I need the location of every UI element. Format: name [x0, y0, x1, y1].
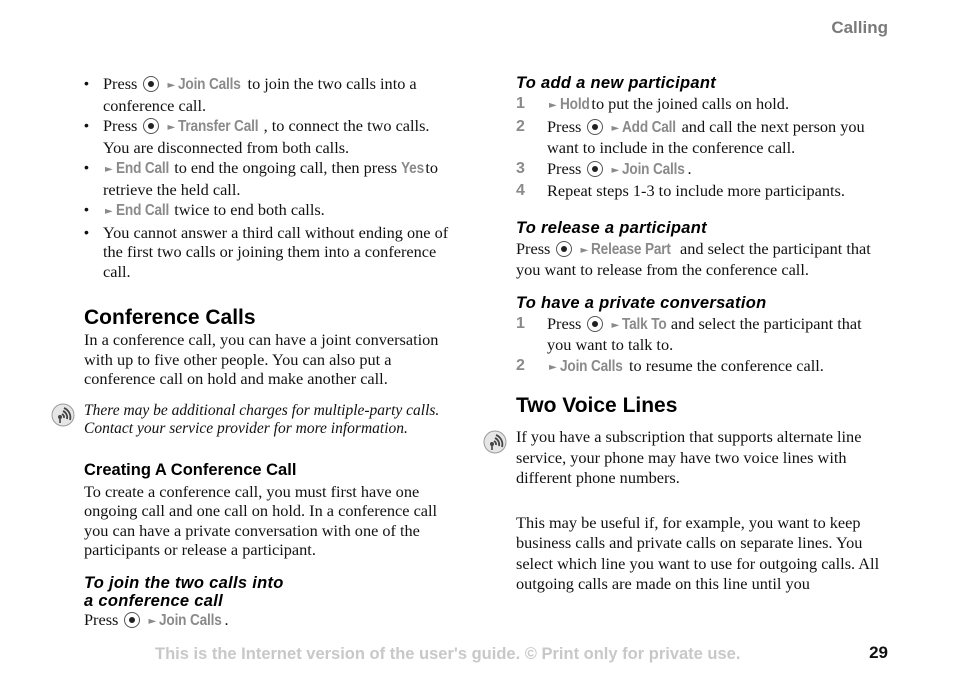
menu-item-label: End Call	[115, 160, 169, 177]
navigation-key-icon	[143, 118, 160, 134]
arrow-icon: ►	[167, 80, 176, 91]
section-heading-two-voice-lines: Two Voice Lines	[516, 394, 678, 417]
network-service-icon	[51, 403, 75, 426]
step-number: 2	[516, 117, 525, 135]
menu-item-label: Add Call	[622, 118, 677, 136]
navigation-key-icon	[556, 240, 573, 257]
step-item: 1 Press ► Talk To and select the particip…	[516, 313, 862, 355]
menu-item-label: Talk To	[622, 315, 667, 333]
list-item: ►End Call twice to end both calls.	[84, 200, 456, 222]
arrow-icon: ►	[105, 206, 113, 217]
navigation-key-icon	[587, 315, 604, 332]
list-item: ►End Call to end the ongoing call, then …	[84, 158, 456, 199]
join-instruction: Press ► Join Calls.	[84, 609, 229, 629]
arrow-icon: ►	[611, 319, 620, 331]
arrow-icon: ►	[611, 164, 620, 176]
step-number: 1	[516, 95, 525, 112]
right-column: To add a new participant 1 ► Hold to put …	[483, 74, 888, 595]
menu-item-label: Join Calls	[178, 76, 241, 93]
menu-item-label: Join Calls	[159, 611, 222, 629]
page-number: 29	[869, 643, 888, 662]
arrow-icon: ►	[148, 615, 157, 627]
two-lines-note: If you have a subscription that supports…	[483, 427, 888, 595]
conference-intro: In a conference call, you can have a joi…	[84, 330, 439, 388]
menu-item-label: Join Calls	[559, 357, 623, 375]
two-lines-para-1: If you have a subscription that supports…	[516, 427, 862, 487]
task-heading-add-participant: To add a new participant	[516, 74, 717, 92]
subheading-creating-conference-call: Creating A Conference Call	[84, 460, 297, 479]
step-item: 2 Press ► Add Call and call the next pers…	[516, 116, 865, 158]
navigation-key-icon	[587, 160, 604, 177]
release-instruction: Press ► Release Part and select the parti…	[516, 238, 871, 280]
step-number: 2	[516, 356, 525, 374]
list-item: Press ►Join Calls to join the two calls …	[84, 74, 456, 115]
step-item: 3 Press ► Join Calls.	[516, 158, 692, 178]
section-heading-conference-calls: Conference Calls	[84, 306, 256, 329]
arrow-icon: ►	[549, 361, 557, 373]
arrow-icon: ►	[611, 122, 620, 134]
menu-item-label: End Call	[115, 202, 169, 219]
list-item: Press ►Transfer Call, to connect the two…	[84, 116, 456, 157]
step-number: 4	[516, 182, 525, 199]
menu-item-label: Yes	[401, 160, 425, 177]
left-column: Press ►Join Calls to join the two calls …	[51, 74, 456, 631]
running-header: Calling	[831, 18, 888, 37]
note-additional-charges: There may be additional charges for mult…	[51, 402, 456, 438]
private-conversation-steps: 1 Press ► Talk To and select the particip…	[516, 314, 888, 378]
navigation-key-icon	[143, 76, 160, 92]
step-number: 1	[516, 314, 525, 332]
add-participant-steps: 1 ► Hold to put the joined calls on hold.…	[516, 94, 888, 201]
arrow-icon: ►	[549, 100, 557, 111]
footer-notice: This is the Internet version of the user…	[155, 645, 741, 663]
menu-item-label: Hold	[559, 96, 590, 113]
navigation-key-icon	[587, 118, 604, 135]
arrow-icon: ►	[105, 164, 113, 175]
network-service-icon	[483, 430, 507, 454]
step-item: 2 ► Join Calls to resume the conference c…	[516, 355, 824, 375]
call-handling-list: Press ►Join Calls to join the two calls …	[84, 74, 456, 281]
step-item: 4 Repeat steps 1-3 to include more parti…	[516, 181, 845, 200]
step-number: 3	[516, 159, 525, 177]
step-item: 1 ► Hold to put the joined calls on hold.	[516, 94, 790, 113]
arrow-icon: ►	[580, 244, 589, 256]
creating-body: To create a conference call, you must fi…	[84, 481, 438, 560]
arrow-icon: ►	[167, 122, 176, 133]
task-heading-private-conversation: To have a private conversation	[516, 293, 767, 312]
list-item: You cannot answer a third call without e…	[84, 223, 456, 282]
menu-item-label: Transfer Call	[178, 118, 259, 135]
menu-item-label: Join Calls	[622, 160, 685, 178]
navigation-key-icon	[124, 611, 141, 628]
menu-item-label: Release Part	[591, 240, 672, 258]
two-lines-para-2: This may be useful if, for example, you …	[516, 512, 880, 594]
task-heading-join-calls: To join the two calls into a conference …	[84, 573, 284, 610]
task-heading-release-participant: To release a participant	[516, 218, 707, 237]
